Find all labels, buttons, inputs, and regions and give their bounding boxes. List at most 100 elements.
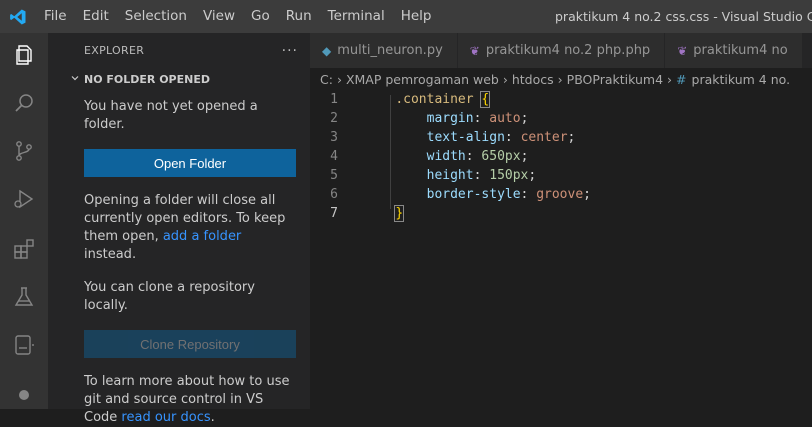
close-brace: } [394,205,405,222]
extensions-icon[interactable] [12,237,36,261]
clone-text: You can clone a repository locally. [84,280,255,313]
code-punctuation: ; [520,149,529,164]
line-number: 4 [330,149,338,164]
css-value: 150px [489,168,529,183]
no-folder-section-header[interactable]: NO FOLDER OPENED [48,68,310,90]
menu-go[interactable]: Go [243,0,278,33]
code-text: text-align: center; [364,130,576,145]
explorer-header: EXPLORER ··· [48,33,310,68]
explorer-sidebar: EXPLORER ··· NO FOLDER OPENED You have n… [48,33,310,425]
code-line[interactable]: 7 } [310,204,812,223]
open-brace: { [480,91,491,108]
menu-file[interactable]: File [36,0,75,33]
vscode-logo-icon [0,0,36,33]
code-punctuation: ; [520,111,529,126]
code-punctuation [364,149,427,164]
menu-terminal[interactable]: Terminal [320,0,393,33]
code-punctuation [364,111,427,126]
menu-bar: File Edit Selection View Go Run Terminal Help [36,0,439,33]
code-editor[interactable]: 1 .container {2 margin: auto; 3 text-alig… [310,90,812,223]
chevron-right-icon: › [667,71,673,87]
line-number: 5 [330,168,338,183]
accounts-icon[interactable] [12,383,36,407]
testing-icon[interactable] [12,285,36,309]
editor-tabs: ◆ multi_neuron.py ❦ praktikum4 no.2 php.php… [310,33,812,68]
breadcrumb-item[interactable]: C: [320,72,333,87]
code-line[interactable]: 1 .container { [310,90,812,109]
code-punctuation: : [465,149,482,164]
code-punctuation [364,168,427,183]
open-folder-button[interactable]: Open Folder [84,149,296,177]
code-text: } [364,205,405,222]
chevron-right-icon: › [502,71,508,87]
breadcrumb-item[interactable]: praktikum 4 no. [692,72,791,87]
line-number: 6 [330,187,338,202]
title-bar: File Edit Selection View Go Run Terminal Help p… [0,0,812,33]
code-punctuation [364,187,427,202]
css-property: width [426,149,466,164]
editor-area: ◆ multi_neuron.py ❦ praktikum4 no.2 php.php… [310,33,812,409]
line-number: 3 [330,130,338,145]
indent-guide [390,95,391,209]
remote-explorer-icon[interactable] [12,333,36,357]
breadcrumb-item[interactable]: PBOPraktikum4 [567,72,663,87]
search-icon[interactable] [12,91,36,115]
window-title: praktikum 4 no.2 css.css - Visual Studio… [555,9,812,24]
menu-selection[interactable]: Selection [117,0,195,33]
menu-view[interactable]: View [195,0,243,33]
code-punctuation: ; [583,187,591,202]
css-selector: .container [395,92,474,107]
section-title: NO FOLDER OPENED [84,72,210,86]
run-debug-icon[interactable] [12,187,36,211]
code-line[interactable]: 5 height: 150px; [310,166,812,185]
php-file-icon: ❦ [677,43,688,58]
menu-run[interactable]: Run [278,0,320,33]
code-line[interactable]: 2 margin: auto; [310,109,812,128]
editor-tab[interactable]: ◆ multi_neuron.py [310,33,458,68]
tab-label: multi_neuron.py [337,43,443,58]
css-property: border-style [426,187,521,202]
code-punctuation: : [473,168,490,183]
code-punctuation [364,130,427,145]
more-actions-icon[interactable]: ··· [282,43,298,59]
code-line[interactable]: 6 border-style: groove; [310,185,812,204]
code-line[interactable]: 3 text-align: center; [310,128,812,147]
code-line[interactable]: 4 width: 650px; [310,147,812,166]
breadcrumb-item[interactable]: htdocs [512,72,554,87]
open-folder-note-end: instead. [84,247,137,262]
git-docs-text: To learn more about how to use git and s… [48,373,310,427]
css-file-icon: # [676,71,687,87]
open-folder-note: Opening a folder will close all currentl… [48,192,310,264]
breadcrumb-item[interactable]: XMAP pemrogaman web [346,72,499,87]
css-property: height [426,168,474,183]
code-text: border-style: groove; [364,187,591,202]
breadcrumb: C: › XMAP pemrogaman web › htdocs › PBOPraktik… [310,68,812,90]
css-value: 650px [481,149,521,164]
explorer-icon[interactable] [12,43,36,67]
code-punctuation: ; [528,168,537,183]
menu-edit[interactable]: Edit [75,0,117,33]
code-punctuation: : [504,130,521,145]
line-number: 1 [330,92,338,107]
activity-bar [0,33,48,409]
code-text: width: 650px; [364,149,529,164]
editor-tab[interactable]: ❦ praktikum4 no.2 php.php [457,33,666,68]
add-folder-link[interactable]: add a folder [163,229,241,244]
chevron-right-icon: › [336,71,342,87]
git-docs-text-end: . [210,410,215,425]
tab-label: praktikum4 no [693,43,788,58]
clone-repository-button[interactable]: Clone Repository [84,330,296,358]
editor-tab[interactable]: ❦ praktikum4 no [665,33,803,68]
menu-help[interactable]: Help [393,0,440,33]
tab-label: praktikum4 no.2 php.php [485,43,651,58]
source-control-icon[interactable] [12,139,36,163]
css-value: auto [489,111,521,126]
read-our-docs-link[interactable]: read our docs [121,410,210,425]
css-value: center [520,130,568,145]
code-punctuation: : [473,111,490,126]
php-file-icon: ❦ [469,43,480,58]
line-number: 7 [330,206,338,221]
no-folder-text: You have not yet opened a folder. [84,99,258,132]
code-punctuation: ; [567,130,576,145]
python-file-icon: ◆ [322,43,332,58]
